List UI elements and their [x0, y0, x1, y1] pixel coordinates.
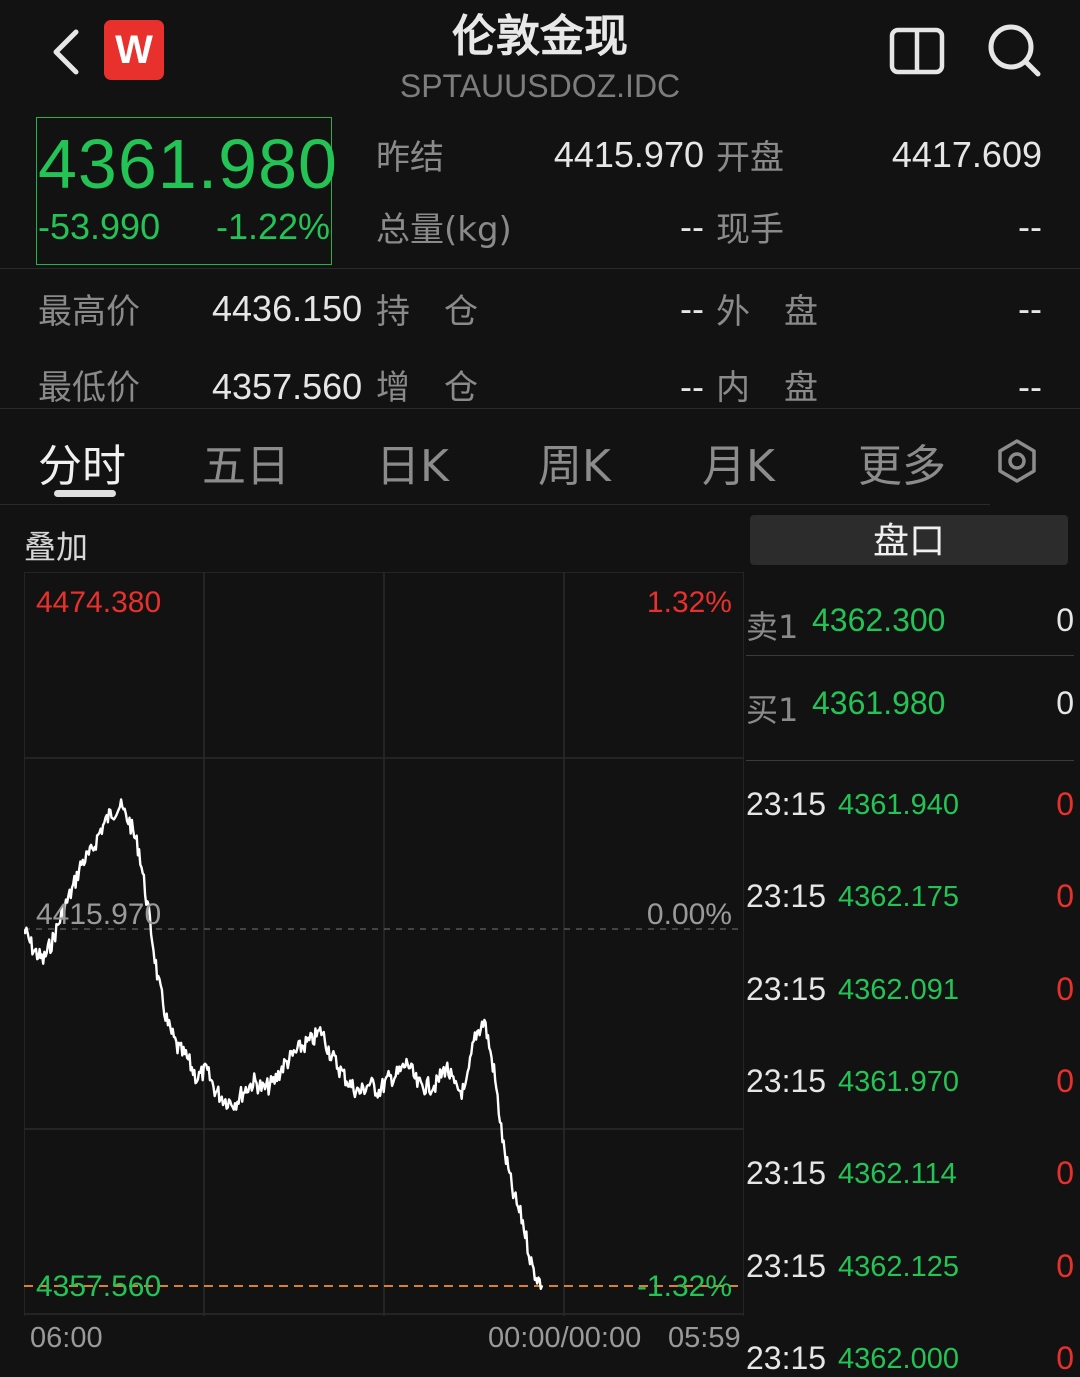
- tick-volume: 0: [1056, 1340, 1074, 1376]
- tab-weekly-k[interactable]: 周K: [538, 430, 611, 494]
- intraday-chart: 4474.380 1.32% 4415.970 0.00% 4357.560 -…: [24, 572, 744, 1316]
- open-interest-label: 持 仓: [376, 292, 478, 332]
- tick-price: 4362.091: [838, 974, 959, 1006]
- prev-settle-label: 昨结: [376, 138, 444, 178]
- oi-change-value: --: [680, 366, 704, 407]
- instrument-code: SPTAUUSDOZ.IDC: [399, 68, 681, 104]
- y-mid-price: 4415.970: [36, 898, 161, 931]
- split-view-button[interactable]: [888, 22, 946, 80]
- page-title: 伦敦金现: [452, 11, 628, 62]
- orderbook-button[interactable]: 盘口: [750, 515, 1068, 565]
- overlay-button[interactable]: 叠加: [24, 522, 88, 568]
- x-end-time: 05:59: [668, 1322, 741, 1354]
- search-button[interactable]: [984, 20, 1042, 78]
- chart-grid: [24, 572, 744, 1316]
- prev-settle-value: 4415.970: [553, 134, 704, 175]
- divider: [0, 408, 1080, 409]
- divider: [746, 655, 1074, 656]
- chevron-left-icon: [53, 29, 79, 75]
- divider: [0, 504, 990, 505]
- tick-price: 4362.125: [838, 1251, 959, 1283]
- tab-intraday[interactable]: 分时: [38, 430, 126, 494]
- outer-volume-value: --: [1018, 288, 1042, 329]
- low-value: 4357.560: [212, 366, 363, 407]
- oi-change-label: 增 仓: [376, 368, 478, 408]
- inner-volume-value: --: [1018, 366, 1042, 407]
- divider: [746, 760, 1074, 761]
- tick-volume: 0: [1056, 1155, 1074, 1191]
- tick-time: 23:15: [746, 878, 827, 914]
- ask1-price: 4362.300: [812, 602, 946, 638]
- tick-price: 4362.175: [838, 881, 959, 913]
- settings-icon: [998, 439, 1036, 483]
- tab-more[interactable]: 更多: [858, 430, 946, 494]
- tick-time: 23:15: [746, 1155, 827, 1191]
- volume-label: 总量(kg): [376, 210, 512, 250]
- tick-volume: 0: [1056, 878, 1074, 914]
- ask1-label: 卖1: [746, 608, 799, 646]
- tick-price: 4361.970: [838, 1066, 959, 1098]
- chart-settings-button[interactable]: [996, 438, 1038, 484]
- last-price: 4361.980: [38, 125, 338, 203]
- high-value: 4436.150: [212, 288, 363, 329]
- open-value: 4417.609: [891, 134, 1042, 175]
- tick-price: 4362.114: [838, 1158, 957, 1190]
- app-logo: W: [104, 20, 164, 80]
- tab-monthly-k[interactable]: 月K: [702, 430, 775, 494]
- tick-price: 4362.000: [838, 1343, 959, 1375]
- tick-time: 23:15: [746, 786, 827, 822]
- x-mid-time: 00:00/00:00: [488, 1322, 642, 1354]
- y-mid-percent: 0.00%: [647, 898, 732, 931]
- y-bottom-price: 4357.560: [36, 1270, 161, 1303]
- price-change-percent: -1.22%: [216, 206, 331, 247]
- current-hand-value: --: [1018, 206, 1042, 247]
- tick-volume: 0: [1056, 971, 1074, 1007]
- tick-time: 23:15: [746, 971, 827, 1007]
- tab-five-day[interactable]: 五日: [202, 430, 290, 494]
- search-icon: [988, 24, 1041, 77]
- open-interest-value: --: [680, 288, 704, 329]
- low-label: 最低价: [38, 368, 140, 408]
- bid1-volume: 0: [1056, 685, 1074, 721]
- current-hand-label: 现手: [716, 210, 784, 250]
- back-button[interactable]: [44, 24, 88, 80]
- y-top-percent: 1.32%: [647, 586, 732, 619]
- tick-volume: 0: [1056, 1248, 1074, 1284]
- bid1-price: 4361.980: [812, 685, 946, 721]
- volume-value: --: [680, 206, 704, 247]
- tick-volume: 0: [1056, 786, 1074, 822]
- open-label: 开盘: [716, 138, 784, 178]
- ask1-volume: 0: [1056, 602, 1074, 638]
- outer-volume-label: 外 盘: [716, 292, 818, 332]
- x-start-time: 06:00: [30, 1322, 103, 1354]
- split-view-icon: [889, 27, 945, 75]
- price-line: [24, 798, 544, 1290]
- tick-time: 23:15: [746, 1063, 827, 1099]
- tick-volume: 0: [1056, 1063, 1074, 1099]
- tab-daily-k[interactable]: 日K: [376, 430, 449, 494]
- high-label: 最高价: [38, 292, 140, 332]
- divider: [0, 268, 1080, 269]
- bid1-label: 买1: [746, 691, 799, 729]
- tick-time: 23:15: [746, 1340, 827, 1376]
- active-tab-indicator: [54, 490, 116, 497]
- tick-price: 4361.940: [838, 789, 959, 821]
- tick-time: 23:15: [746, 1248, 827, 1284]
- inner-volume-label: 内 盘: [716, 368, 818, 408]
- y-bottom-percent: -1.32%: [637, 1270, 732, 1303]
- price-change: -53.990: [38, 206, 161, 247]
- y-top-price: 4474.380: [36, 586, 161, 619]
